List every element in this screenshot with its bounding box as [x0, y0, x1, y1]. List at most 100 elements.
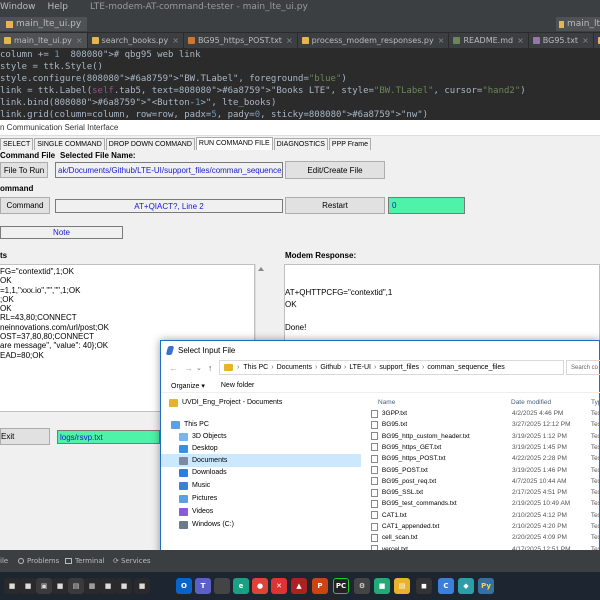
text-file-icon [371, 477, 378, 486]
files-icon[interactable] [214, 578, 230, 594]
file-tab[interactable]: search_books.py × [88, 33, 184, 48]
project-tab-main[interactable]: main_lte_ui.py [0, 17, 88, 31]
app-tab[interactable]: SINGLE COMMAND [34, 138, 105, 150]
column-header-name[interactable]: Name [378, 396, 395, 408]
explorer-icon[interactable]: ▤ [394, 578, 410, 594]
file-row[interactable]: BG95_SSL.txt 2/17/2025 4:51 PM Tex [366, 487, 600, 498]
file-row[interactable]: BG95.txt 3/27/2025 12:12 PM Tex [366, 419, 600, 430]
scroll-up-arrow-icon[interactable] [258, 267, 264, 271]
file-tab-label: README.md [463, 36, 514, 45]
app-tab[interactable]: DIAGNOSTICS [273, 138, 328, 150]
file-row[interactable]: BG95_POST.txt 3/19/2025 1:46 PM Tex [366, 465, 600, 476]
file-row[interactable]: 3GPP.txt 4/2/2025 4:46 PM Tex [366, 408, 600, 419]
app-icon-dark[interactable]: ◼ [416, 578, 432, 594]
taskbar-app-8-icon[interactable]: ■ [116, 578, 132, 594]
app-tab[interactable]: PPP Frame [328, 138, 371, 150]
close-icon[interactable]: × [172, 36, 179, 45]
file-name: cell_scan.txt [381, 534, 418, 542]
code-editor[interactable]: column += 1 808080"># qbg95 web link styl… [0, 48, 600, 120]
up-arrow-icon[interactable]: ↑ [208, 363, 213, 373]
app-icon-teal[interactable]: ◆ [458, 578, 474, 594]
file-tab[interactable]: links.py× [594, 33, 600, 48]
file-row[interactable]: BG95_https_POST.txt 4/22/2025 2:28 PM Tex [366, 453, 600, 464]
tree-item-pictures[interactable]: Pictures [161, 492, 361, 505]
app-icon-green[interactable]: ■ [374, 578, 390, 594]
close-icon[interactable]: × [76, 36, 83, 45]
file-row[interactable]: cell_scan.txt 2/20/2025 4:09 PM Tex [366, 532, 600, 543]
organize-button[interactable]: Organize ▾ [171, 382, 205, 390]
tool-tab-terminal[interactable]: Terminal [75, 557, 105, 565]
chrome-icon[interactable]: ● [252, 578, 268, 594]
new-folder-button[interactable]: New folder [221, 382, 254, 389]
tool-tab-file[interactable]: ile [0, 557, 8, 565]
file-row[interactable]: BG95_https_GET.txt 3/19/2025 1:45 PM Tex [366, 442, 600, 453]
file-row[interactable]: BG95_http_custom_header.txt 3/19/2025 1:1… [366, 431, 600, 442]
taskbar-app-6-icon[interactable]: ▦ [84, 578, 100, 594]
breadcrumb-item[interactable]: comman_sequence_files [427, 364, 504, 371]
taskbar-app-7-icon[interactable]: ■ [100, 578, 116, 594]
column-header-type[interactable]: Typ [591, 396, 600, 408]
forward-arrow-icon[interactable]: → [184, 363, 193, 373]
address-bar[interactable]: › This PC › Documents › Github › LTE-UI › support… [219, 360, 564, 375]
app-tab[interactable]: SELECT [0, 138, 34, 150]
taskbar-app-2-icon[interactable]: ■ [20, 578, 36, 594]
file-tab[interactable]: main_lte_ui.py × [0, 33, 88, 48]
recent-chevron-icon[interactable]: ⌄ [196, 364, 202, 372]
tree-item-drive[interactable]: Windows (C:) [161, 518, 361, 531]
menu-help[interactable]: Help [48, 2, 69, 12]
pycharm-icon[interactable]: PC [333, 578, 349, 594]
file-tab[interactable]: BG95_https_POST.txt × [184, 33, 298, 48]
column-header-date[interactable]: Date modified [511, 396, 551, 408]
command-button[interactable]: Command [0, 197, 50, 214]
python-icon[interactable]: Py [478, 578, 494, 594]
project-tab-right[interactable]: main_lt [556, 17, 600, 31]
file-tab[interactable]: BG95.txt × [529, 33, 594, 48]
tree-item-downloads[interactable]: Downloads [161, 466, 361, 479]
file-row[interactable]: CAT1.txt 2/10/2025 4:12 PM Tex [366, 510, 600, 521]
tree-item-music[interactable]: Music [161, 479, 361, 492]
taskbar-app-3-icon[interactable]: ▣ [36, 578, 52, 594]
tool-tab-services[interactable]: Services [121, 557, 151, 565]
gear-icon[interactable]: ⚙ [354, 578, 370, 594]
file-tab[interactable]: README.md × [449, 33, 529, 48]
taskbar-app-4-icon[interactable]: ■ [52, 578, 68, 594]
app-icon-blue[interactable]: C [438, 578, 454, 594]
app-tab[interactable]: RUN COMMAND FILE [195, 137, 273, 150]
outlook-icon[interactable]: O [176, 578, 192, 594]
file-row[interactable]: CAT1_appended.txt 2/10/2025 4:20 PM Tex [366, 521, 600, 532]
back-arrow-icon[interactable]: ← [169, 363, 178, 373]
edge-icon[interactable]: e [233, 578, 249, 594]
pdf-icon[interactable]: P [312, 578, 328, 594]
close-icon[interactable]: × [286, 36, 293, 45]
taskbar-app-1-icon[interactable]: ■ [4, 578, 20, 594]
close-icon[interactable]: × [582, 36, 589, 45]
tree-item-folder[interactable]: UVDI_Eng_Project - Documents [161, 396, 361, 409]
taskbar-app-9-icon[interactable]: ■ [134, 578, 150, 594]
file-tab[interactable]: process_modem_responses.py × [298, 33, 450, 48]
breadcrumb-item[interactable]: This PC [243, 364, 268, 371]
file-row[interactable]: BG95_post_req.txt 4/7/2025 10:44 AM Tex [366, 476, 600, 487]
tool-tab-problems[interactable]: Problems [27, 557, 59, 565]
breadcrumb-item[interactable]: Github [320, 364, 341, 371]
edit-create-file-button[interactable]: Edit/Create File [285, 161, 385, 179]
file-to-run-button[interactable]: File To Run [0, 162, 48, 178]
exit-button[interactable]: Exit [0, 428, 50, 445]
tree-item-videos[interactable]: Videos [161, 505, 361, 518]
breadcrumb-item[interactable]: LTE-UI [349, 364, 371, 371]
note-field: Note [0, 226, 123, 239]
app-icon-red[interactable]: ✕ [271, 578, 287, 594]
restart-button[interactable]: Restart [285, 197, 385, 214]
file-row[interactable]: BG95_test_commands.txt 2/19/2025 10:49 AM… [366, 498, 600, 509]
chevron-right-icon: › [422, 364, 425, 371]
taskbar-app-5-icon[interactable]: ▤ [68, 578, 84, 594]
app-icon-dark-red[interactable]: ▲ [291, 578, 307, 594]
app-tab[interactable]: DROP DOWN COMMAND [105, 138, 195, 150]
close-icon[interactable]: × [438, 36, 445, 45]
text-file-icon [371, 409, 378, 418]
menu-window[interactable]: Window [0, 2, 36, 12]
breadcrumb-item[interactable]: Documents [277, 364, 312, 371]
close-icon[interactable]: × [517, 36, 524, 45]
search-input[interactable]: Search co [566, 360, 600, 375]
teams-icon[interactable]: T [195, 578, 211, 594]
breadcrumb-item[interactable]: support_files [379, 364, 419, 371]
